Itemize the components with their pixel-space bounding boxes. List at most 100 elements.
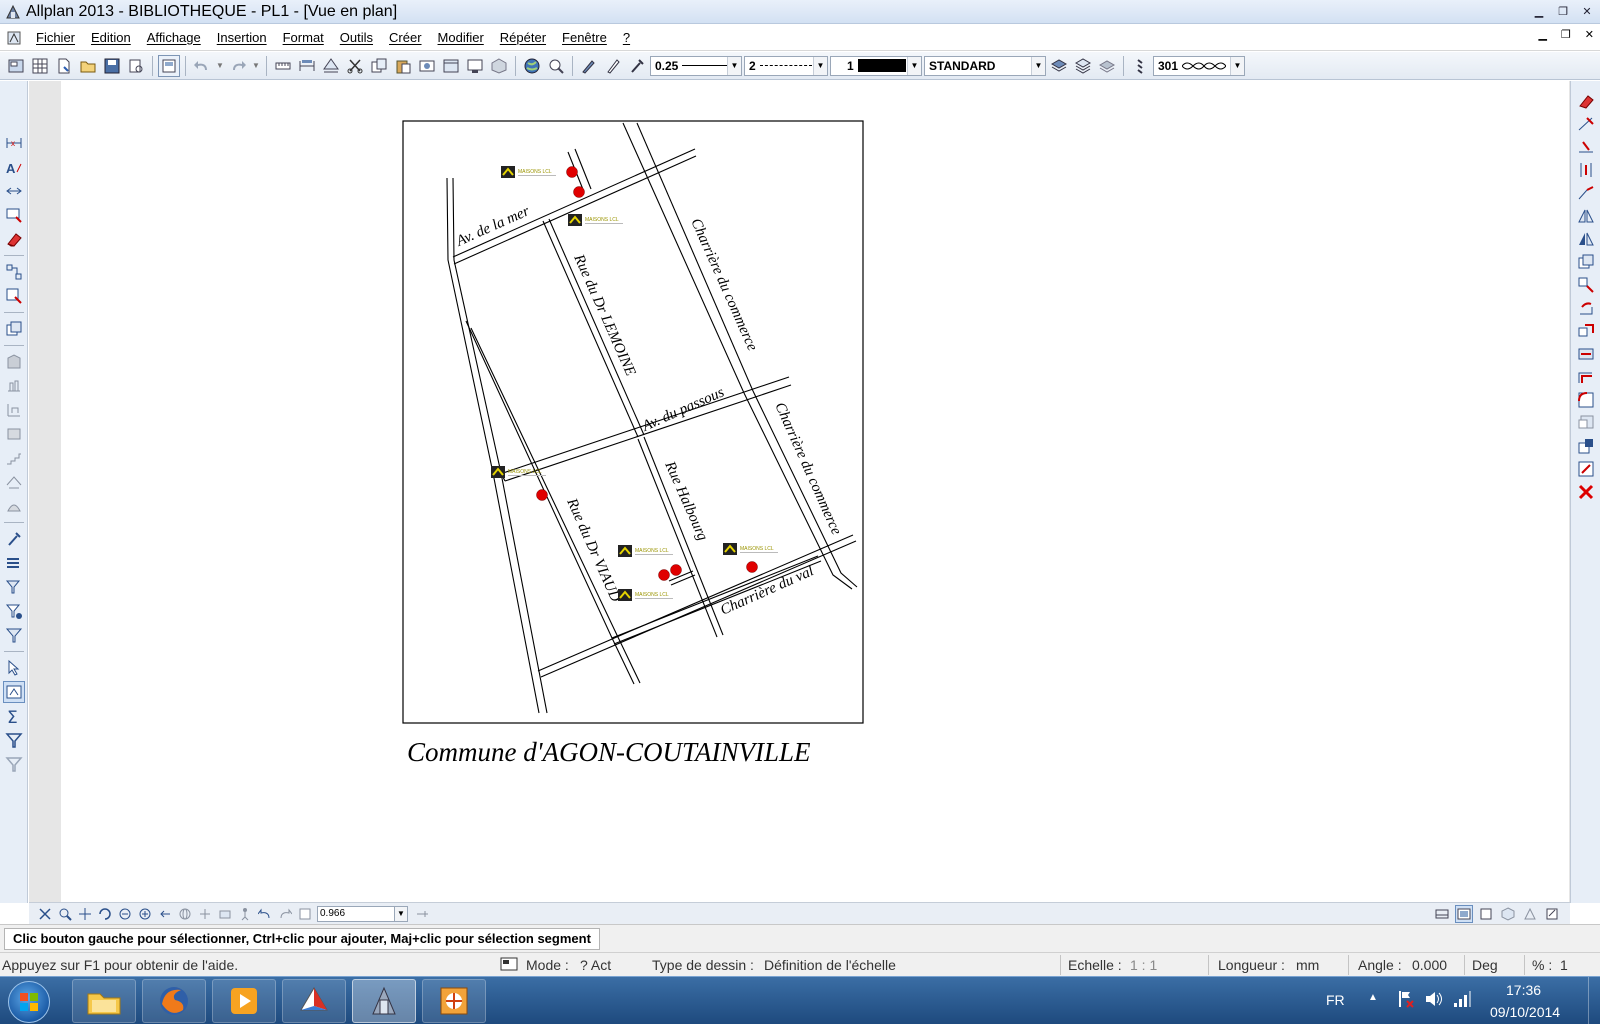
roof-icon[interactable] <box>3 471 25 493</box>
redo-dropdown-icon[interactable]: ▼ <box>251 55 261 77</box>
status-length-unit[interactable]: mm <box>1296 957 1319 973</box>
status-angle-unit[interactable]: Deg <box>1472 957 1498 973</box>
filter-layer-icon[interactable] <box>3 576 25 598</box>
menu-fenetre[interactable]: Fenêtre <box>554 27 615 49</box>
view-plan-icon[interactable] <box>1455 905 1473 923</box>
fillet-icon[interactable] <box>1575 389 1597 411</box>
document-menu-icon[interactable] <box>4 28 24 48</box>
slab-icon[interactable] <box>3 423 25 445</box>
save-icon[interactable] <box>101 55 123 77</box>
undo-dropdown-icon[interactable]: ▼ <box>215 55 225 77</box>
start-button[interactable] <box>8 981 50 1023</box>
extend-icon[interactable] <box>1575 182 1597 204</box>
pipette-icon[interactable] <box>3 528 25 550</box>
status-angle-value[interactable]: 0.000 <box>1412 957 1447 973</box>
taskbar-orange-app[interactable] <box>422 979 486 1023</box>
minimize-button[interactable]: ▁ <box>1530 2 1548 20</box>
pen-properties-icon[interactable] <box>578 55 600 77</box>
chevron-down-icon[interactable]: ▼ <box>1230 56 1244 75</box>
column-icon[interactable] <box>3 375 25 397</box>
sum-icon[interactable]: Σ <box>3 705 25 727</box>
regen-icon[interactable] <box>96 905 114 923</box>
status-scale-value[interactable]: 1 : 1 <box>1130 957 1157 973</box>
doc-close-button[interactable]: ✕ <box>1585 28 1594 41</box>
pen-icon[interactable] <box>602 55 624 77</box>
action-center-icon[interactable] <box>1396 989 1416 1012</box>
menu-help[interactable]: ? <box>615 27 638 49</box>
pin-icon[interactable] <box>413 905 431 923</box>
funnel-off-icon[interactable] <box>3 753 25 775</box>
project-open-icon[interactable] <box>5 55 27 77</box>
convert-icon[interactable] <box>1575 458 1597 480</box>
screen-icon[interactable] <box>464 55 486 77</box>
menu-creer[interactable]: Créer <box>381 27 430 49</box>
drawing-canvas[interactable]: Av. de la mer Rue du Dr LEMOINE Charrièr… <box>61 81 1569 903</box>
mirror-copy-icon[interactable] <box>1575 228 1597 250</box>
taskbar-allplan[interactable] <box>352 979 416 1023</box>
move-text-icon[interactable] <box>3 180 25 202</box>
surface-icon[interactable] <box>3 495 25 517</box>
menu-outils[interactable]: Outils <box>332 27 381 49</box>
previous-view-icon[interactable] <box>156 905 174 923</box>
view-3d-icon[interactable] <box>1499 905 1517 923</box>
scale-icon[interactable] <box>1575 320 1597 342</box>
zoom-in-icon[interactable] <box>136 905 154 923</box>
pen-thickness-select[interactable]: 0.25 ▼ <box>650 55 742 76</box>
wall-icon[interactable] <box>3 351 25 373</box>
split-icon[interactable] <box>1575 159 1597 181</box>
chevron-down-icon[interactable]: ▼ <box>907 56 921 75</box>
menu-insertion[interactable]: Insertion <box>209 27 275 49</box>
view-settings-icon[interactable] <box>1543 905 1561 923</box>
zoom-scale-input[interactable]: 0.966 ▼ <box>317 905 408 922</box>
erase-icon[interactable] <box>1575 90 1597 112</box>
paste-icon[interactable] <box>392 55 414 77</box>
mirror-icon[interactable] <box>1575 205 1597 227</box>
new-file-icon[interactable] <box>53 55 75 77</box>
filter-object-icon[interactable] <box>3 600 25 622</box>
show-desktop-button[interactable] <box>1588 977 1600 1024</box>
zoom-out-icon[interactable] <box>116 905 134 923</box>
show-hidden-icons-icon[interactable]: ▲ <box>1368 992 1378 1003</box>
clock-date[interactable]: 09/10/2014 <box>1490 1004 1560 1020</box>
taskbar-media-player[interactable] <box>212 979 276 1023</box>
stretch-icon[interactable] <box>1575 343 1597 365</box>
cube-icon[interactable] <box>488 55 510 77</box>
trim-icon[interactable] <box>1575 136 1597 158</box>
pan-icon[interactable] <box>76 905 94 923</box>
chevron-down-icon[interactable]: ▼ <box>394 905 408 922</box>
view-hidden-icon[interactable] <box>1477 905 1495 923</box>
select-pointer-icon[interactable] <box>3 657 25 679</box>
select-window-icon[interactable] <box>2 681 25 703</box>
redo-view-icon[interactable] <box>276 905 294 923</box>
window-icon[interactable] <box>440 55 462 77</box>
allplan-app-icon[interactable] <box>4 3 22 21</box>
view-icon[interactable] <box>416 55 438 77</box>
undo-icon[interactable] <box>191 55 213 77</box>
language-indicator[interactable]: FR <box>1326 992 1345 1008</box>
dimension-icon[interactable] <box>296 55 318 77</box>
volume-icon[interactable] <box>1424 989 1444 1012</box>
status-percent-value[interactable]: 1 <box>1560 957 1568 973</box>
beam-icon[interactable] <box>3 399 25 421</box>
menu-modifier[interactable]: Modifier <box>430 27 492 49</box>
doc-restore-button[interactable]: ❐ <box>1561 28 1571 41</box>
layer-visibility-icon[interactable] <box>1096 55 1118 77</box>
taskbar-firefox[interactable] <box>142 979 206 1023</box>
redo-icon[interactable] <box>227 55 249 77</box>
menu-format[interactable]: Format <box>275 27 332 49</box>
offset-icon[interactable] <box>1575 366 1597 388</box>
delete-icon[interactable] <box>1575 481 1597 503</box>
open-folder-icon[interactable] <box>77 55 99 77</box>
chevron-down-icon[interactable]: ▼ <box>813 56 827 75</box>
line-type-select[interactable]: 2 ▼ <box>744 55 828 76</box>
stair-icon[interactable] <box>3 447 25 469</box>
copy-element-icon[interactable] <box>3 285 25 307</box>
filter-icon[interactable] <box>3 624 25 646</box>
modify-properties-icon[interactable] <box>1575 412 1597 434</box>
status-drawing-type-value[interactable]: Définition de l'échelle <box>764 957 896 973</box>
funnel-icon[interactable] <box>3 729 25 751</box>
copy-icon[interactable] <box>368 55 390 77</box>
delete-segment-icon[interactable] <box>1575 113 1597 135</box>
camera-icon[interactable] <box>216 905 234 923</box>
elevation-icon[interactable] <box>320 55 342 77</box>
